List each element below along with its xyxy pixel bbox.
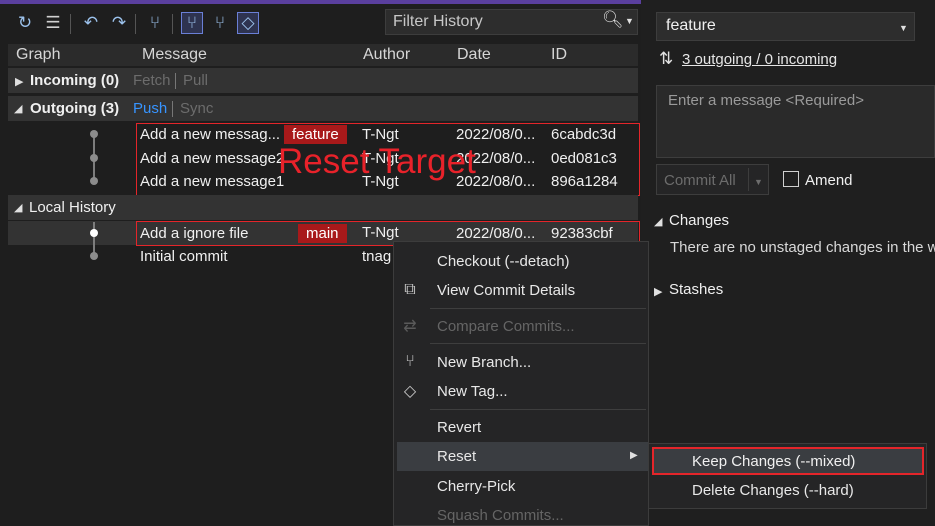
menu-separator (430, 343, 646, 344)
sync-link[interactable]: Sync (180, 100, 213, 117)
link-divider (172, 101, 173, 117)
column-graph[interactable]: Graph (16, 46, 60, 64)
chevron-down-icon[interactable]: ▼ (625, 16, 634, 26)
compare-icon: ⇄ (403, 318, 417, 335)
collapse-icon[interactable]: ◢ (654, 215, 662, 228)
search-icon[interactable]: 🔍︎ (602, 10, 624, 30)
local-history-label: Local History (29, 199, 116, 216)
pull-icon[interactable]: ↷ (108, 12, 130, 34)
stashes-header[interactable]: Stashes (669, 281, 723, 298)
expand-icon[interactable]: ▶ (15, 75, 23, 88)
push-link[interactable]: Push (133, 100, 167, 117)
filter-placeholder: Filter History (393, 13, 483, 30)
no-changes-text: There are no unstaged changes in the w (670, 239, 935, 256)
local-branch-icon[interactable]: ⑂ (181, 12, 203, 34)
chevron-down-icon[interactable]: ▼ (899, 23, 908, 33)
column-message[interactable]: Message (142, 46, 207, 64)
graph-node (90, 154, 98, 162)
remote-branch-icon[interactable]: ⑂ (209, 12, 231, 34)
menu-item-cherry-pick[interactable]: Cherry-Pick (437, 478, 515, 495)
toolbar-separator (70, 14, 71, 34)
chevron-down-icon[interactable]: ▼ (754, 177, 763, 187)
reset-target-annotation: Reset Target (278, 142, 476, 181)
menu-item-compare-commits[interactable]: Compare Commits... (437, 318, 575, 335)
menu-item-reset-highlight[interactable] (397, 442, 648, 471)
graph-node (90, 252, 98, 260)
graph-node (90, 177, 98, 185)
collapse-icon[interactable]: ◢ (14, 102, 22, 115)
submenu-item-keep-changes[interactable]: Keep Changes (--mixed) (692, 453, 855, 470)
fetch-link[interactable]: Fetch (133, 72, 171, 89)
menu-item-squash-commits[interactable]: Squash Commits... (437, 507, 564, 524)
commit-message: Initial commit (140, 248, 228, 265)
amend-checkbox[interactable] (783, 171, 799, 187)
commit-message-placeholder: Enter a message <Required> (668, 92, 864, 109)
link-divider (175, 73, 176, 89)
submenu-arrow-icon: ▶ (630, 450, 638, 461)
commit-author: tnag (362, 248, 392, 265)
commit-details-icon: ⧉ (404, 281, 416, 298)
changes-header[interactable]: Changes (669, 212, 729, 229)
up-down-arrows-icon: ⇅ (659, 49, 674, 68)
column-id[interactable]: ID (551, 46, 567, 64)
split-button-divider (748, 168, 749, 191)
graph-node (90, 130, 98, 138)
toolbar-separator (172, 14, 173, 34)
column-author[interactable]: Author (363, 46, 410, 64)
menu-item-new-tag[interactable]: New Tag... (437, 383, 508, 400)
amend-label: Amend (805, 172, 853, 189)
expand-icon[interactable]: ▶ (654, 285, 662, 298)
menu-item-checkout[interactable]: Checkout (--detach) (437, 253, 570, 270)
graph-icon[interactable]: ⑂ (144, 12, 166, 34)
branch-name: feature (666, 17, 716, 34)
collapse-icon[interactable]: ◢ (14, 201, 22, 214)
submenu-item-delete-changes[interactable]: Delete Changes (--hard) (692, 482, 854, 499)
menu-item-reset[interactable]: Reset (437, 448, 476, 465)
tag-icon[interactable]: ◇ (237, 12, 259, 34)
list-icon[interactable]: ☰ (42, 12, 64, 34)
column-date[interactable]: Date (457, 46, 491, 64)
new-branch-icon: ⑂ (405, 353, 415, 370)
menu-separator (430, 308, 646, 309)
new-tag-icon: ◇ (403, 383, 417, 400)
fetch-icon[interactable]: ↶ (80, 12, 102, 34)
column-header-row (8, 44, 638, 66)
outgoing-label: Outgoing (3) (30, 100, 120, 117)
pull-link[interactable]: Pull (183, 72, 208, 89)
incoming-label: Incoming (0) (30, 72, 120, 89)
menu-item-new-branch[interactable]: New Branch... (437, 354, 531, 371)
commit-all-label: Commit All (664, 172, 736, 189)
toolbar-separator (135, 14, 136, 34)
refresh-icon[interactable]: ↻ (14, 12, 36, 34)
menu-separator (430, 409, 646, 410)
menu-item-revert[interactable]: Revert (437, 419, 481, 436)
graph-node-head (90, 229, 98, 237)
outgoing-incoming-link[interactable]: 3 outgoing / 0 incoming (682, 51, 837, 68)
menu-item-view-commit-details[interactable]: View Commit Details (437, 282, 575, 299)
